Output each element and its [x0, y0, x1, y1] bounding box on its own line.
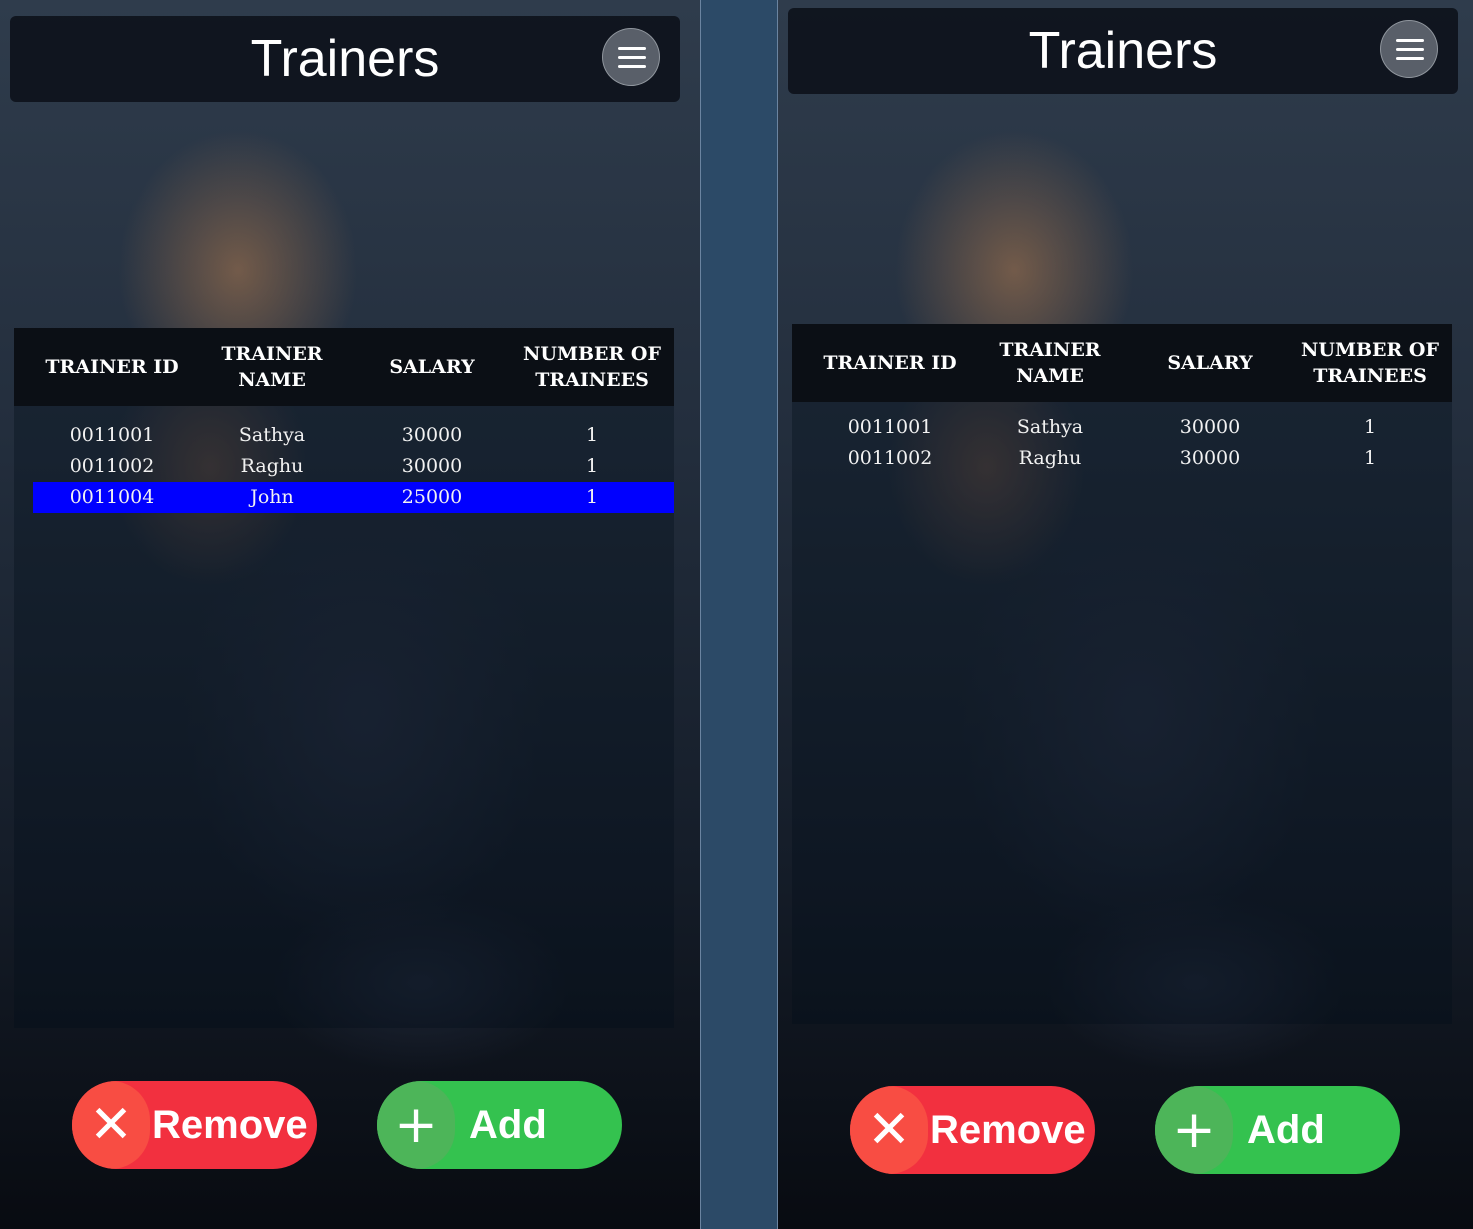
column-header-number-of-trainees: NUMBER OF TRAINEES [523, 343, 661, 391]
column-header-salary: SALARY [389, 356, 475, 378]
cell-trainer-name: Sathya [238, 424, 306, 446]
plus-icon: + [394, 1095, 438, 1155]
column-header-salary: SALARY [1167, 352, 1253, 374]
page-title: Trainers [250, 30, 440, 88]
page-title: Trainers [1028, 22, 1218, 80]
table-row[interactable]: 0011002 Raghu 30000 1 [14, 451, 674, 482]
remove-icon-circle: ✕ [72, 1081, 150, 1169]
cell-number-of-trainees: 1 [1363, 447, 1377, 469]
screen-divider [700, 0, 778, 1229]
column-header-number-of-trainees: NUMBER OF TRAINEES [1301, 339, 1439, 387]
cell-trainer-id: 0011002 [847, 447, 933, 469]
column-header-trainer-name: TRAINER NAME [999, 339, 1101, 387]
remove-icon-circle: ✕ [850, 1086, 928, 1174]
table-row[interactable]: 0011001 Sathya 30000 1 [14, 420, 674, 451]
remove-button[interactable]: ✕ Remove [72, 1081, 317, 1169]
trainers-table: TRAINER ID TRAINER NAME SALARY NUMBER OF… [14, 328, 674, 1028]
cell-trainer-id: 0011002 [69, 455, 155, 477]
add-icon-circle: + [1155, 1086, 1233, 1174]
add-icon-circle: + [377, 1081, 455, 1169]
remove-button-label: Remove [152, 1103, 308, 1147]
table-header: TRAINER ID TRAINER NAME SALARY NUMBER OF… [792, 324, 1452, 402]
cell-number-of-trainees: 1 [585, 486, 599, 508]
cell-trainer-name: John [250, 486, 294, 508]
add-button-label: Add [1247, 1108, 1325, 1152]
app-header: Trainers [10, 16, 680, 102]
cell-trainer-id: 0011001 [69, 424, 155, 446]
cell-trainer-id: 0011004 [69, 486, 155, 508]
cell-number-of-trainees: 1 [1363, 416, 1377, 438]
cell-number-of-trainees: 1 [585, 455, 599, 477]
add-button[interactable]: + Add [377, 1081, 622, 1169]
table-header: TRAINER ID TRAINER NAME SALARY NUMBER OF… [14, 328, 674, 406]
cell-salary: 30000 [1179, 447, 1241, 469]
column-header-trainer-id: TRAINER ID [45, 356, 179, 378]
trainers-screen-before: Trainers TRAINER ID TRAINER NAME SALARY … [0, 0, 700, 1229]
close-x-icon: ✕ [89, 1095, 133, 1155]
column-header-trainer-name: TRAINER NAME [221, 343, 323, 391]
app-header: Trainers [788, 8, 1458, 94]
cell-salary: 30000 [1179, 416, 1241, 438]
table-row[interactable]: 0011001 Sathya 30000 1 [792, 412, 1452, 443]
cell-trainer-name: Raghu [1018, 447, 1082, 469]
remove-button-label: Remove [930, 1108, 1086, 1152]
remove-button[interactable]: ✕ Remove [850, 1086, 1095, 1174]
cell-salary: 25000 [401, 486, 463, 508]
column-header-trainer-id: TRAINER ID [823, 352, 957, 374]
plus-icon: + [1172, 1100, 1216, 1160]
cell-trainer-name: Sathya [1016, 416, 1084, 438]
cell-salary: 30000 [401, 424, 463, 446]
add-button[interactable]: + Add [1155, 1086, 1400, 1174]
trainers-table: TRAINER ID TRAINER NAME SALARY NUMBER OF… [792, 324, 1452, 1024]
trainers-screen-after: Trainers TRAINER ID TRAINER NAME SALARY … [778, 0, 1473, 1229]
cell-trainer-id: 0011001 [847, 416, 933, 438]
add-button-label: Add [469, 1103, 547, 1147]
hamburger-menu-icon[interactable] [602, 28, 660, 86]
cell-trainer-name: Raghu [240, 455, 304, 477]
table-row-selected[interactable]: 0011004 John 25000 1 [14, 482, 674, 513]
close-x-icon: ✕ [867, 1100, 911, 1160]
table-row[interactable]: 0011002 Raghu 30000 1 [792, 443, 1452, 474]
cell-salary: 30000 [401, 455, 463, 477]
cell-number-of-trainees: 1 [585, 424, 599, 446]
hamburger-menu-icon[interactable] [1380, 20, 1438, 78]
